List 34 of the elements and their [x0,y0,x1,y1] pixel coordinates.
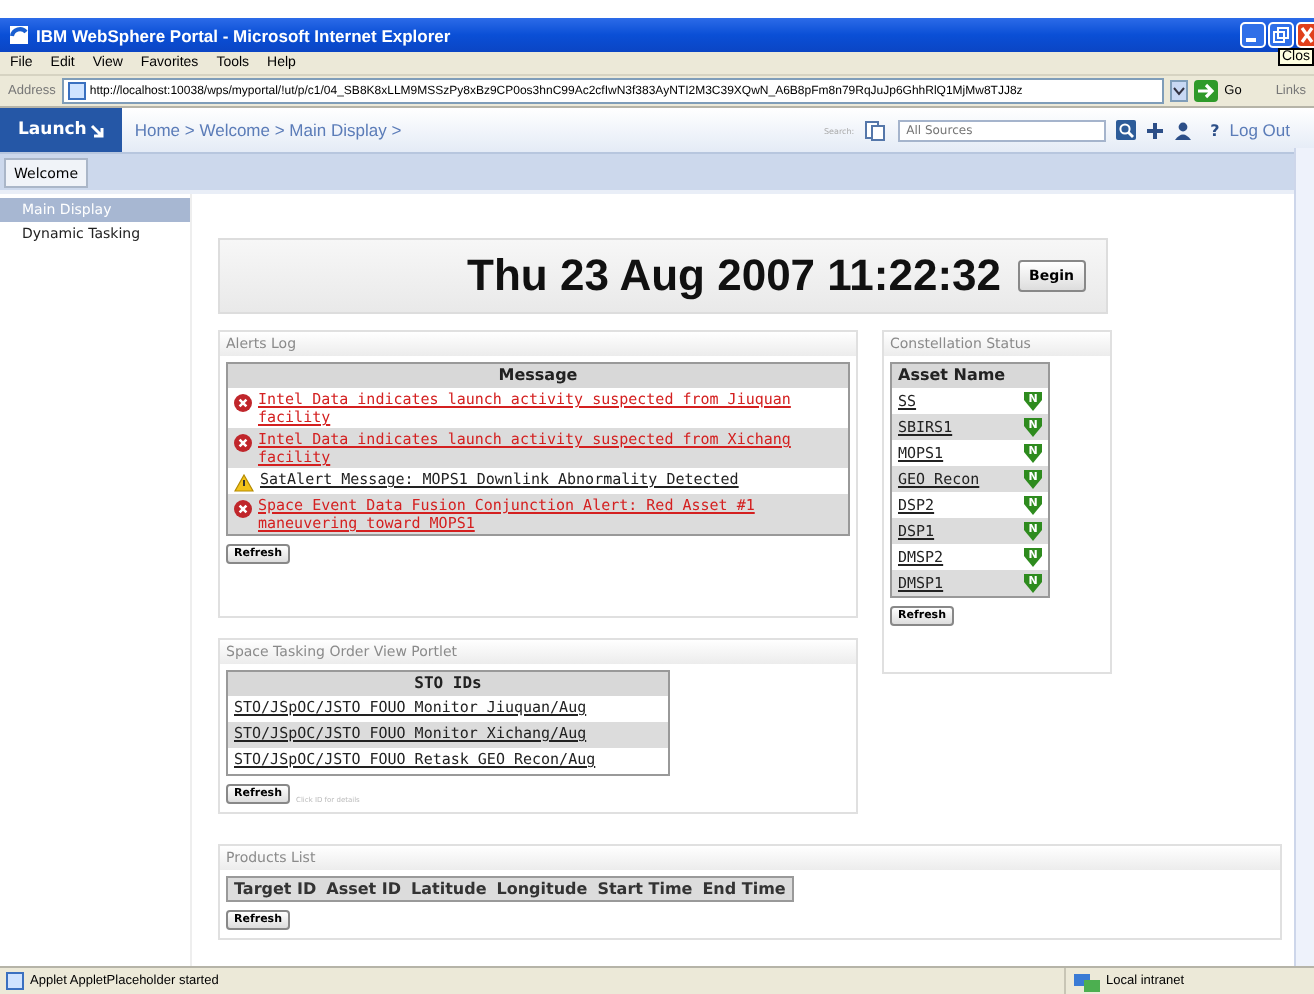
dropdown-icon [1170,80,1189,102]
plus-icon [1146,121,1165,139]
column-header: Start Time [597,880,693,898]
scrollbar[interactable] [1294,148,1314,966]
restore-icon [1268,22,1294,48]
column-header: Asset ID [326,880,402,898]
warning-icon [234,474,254,492]
person-icon [1174,121,1193,139]
date-time: Thu 23 Aug 2007 11:22:32 [467,250,1002,302]
launch-button[interactable]: Launch [0,108,123,152]
error-icon [234,394,252,412]
column-header: Asset Name [892,364,1048,388]
column-header: STO IDs [228,672,668,696]
column-header: Target ID [234,880,317,898]
browser-icon [8,24,30,46]
minimize-icon [1240,22,1266,48]
document-search-icon [864,119,889,141]
network-icon [1074,971,1100,991]
logout-link[interactable]: Log Out [1229,120,1290,140]
page-icon [67,82,86,100]
search-icon [1116,120,1137,140]
help-link[interactable]: ? [1210,121,1220,139]
column-header: End Time [702,880,786,898]
breadcrumb[interactable]: Home > Welcome > Main Display > [134,120,825,140]
error-icon [234,500,252,518]
window-title: IBM WebSphere Portal - Microsoft Internet Explorer [36,25,453,45]
arrow-icon [90,123,105,137]
column-header: Message [228,364,848,388]
go-arrow-icon [1194,80,1219,102]
column-header: Latitude [411,880,487,898]
applet-icon [6,972,24,990]
error-icon [234,434,252,452]
column-header: Longitude [496,880,588,898]
close-icon [1296,22,1314,48]
